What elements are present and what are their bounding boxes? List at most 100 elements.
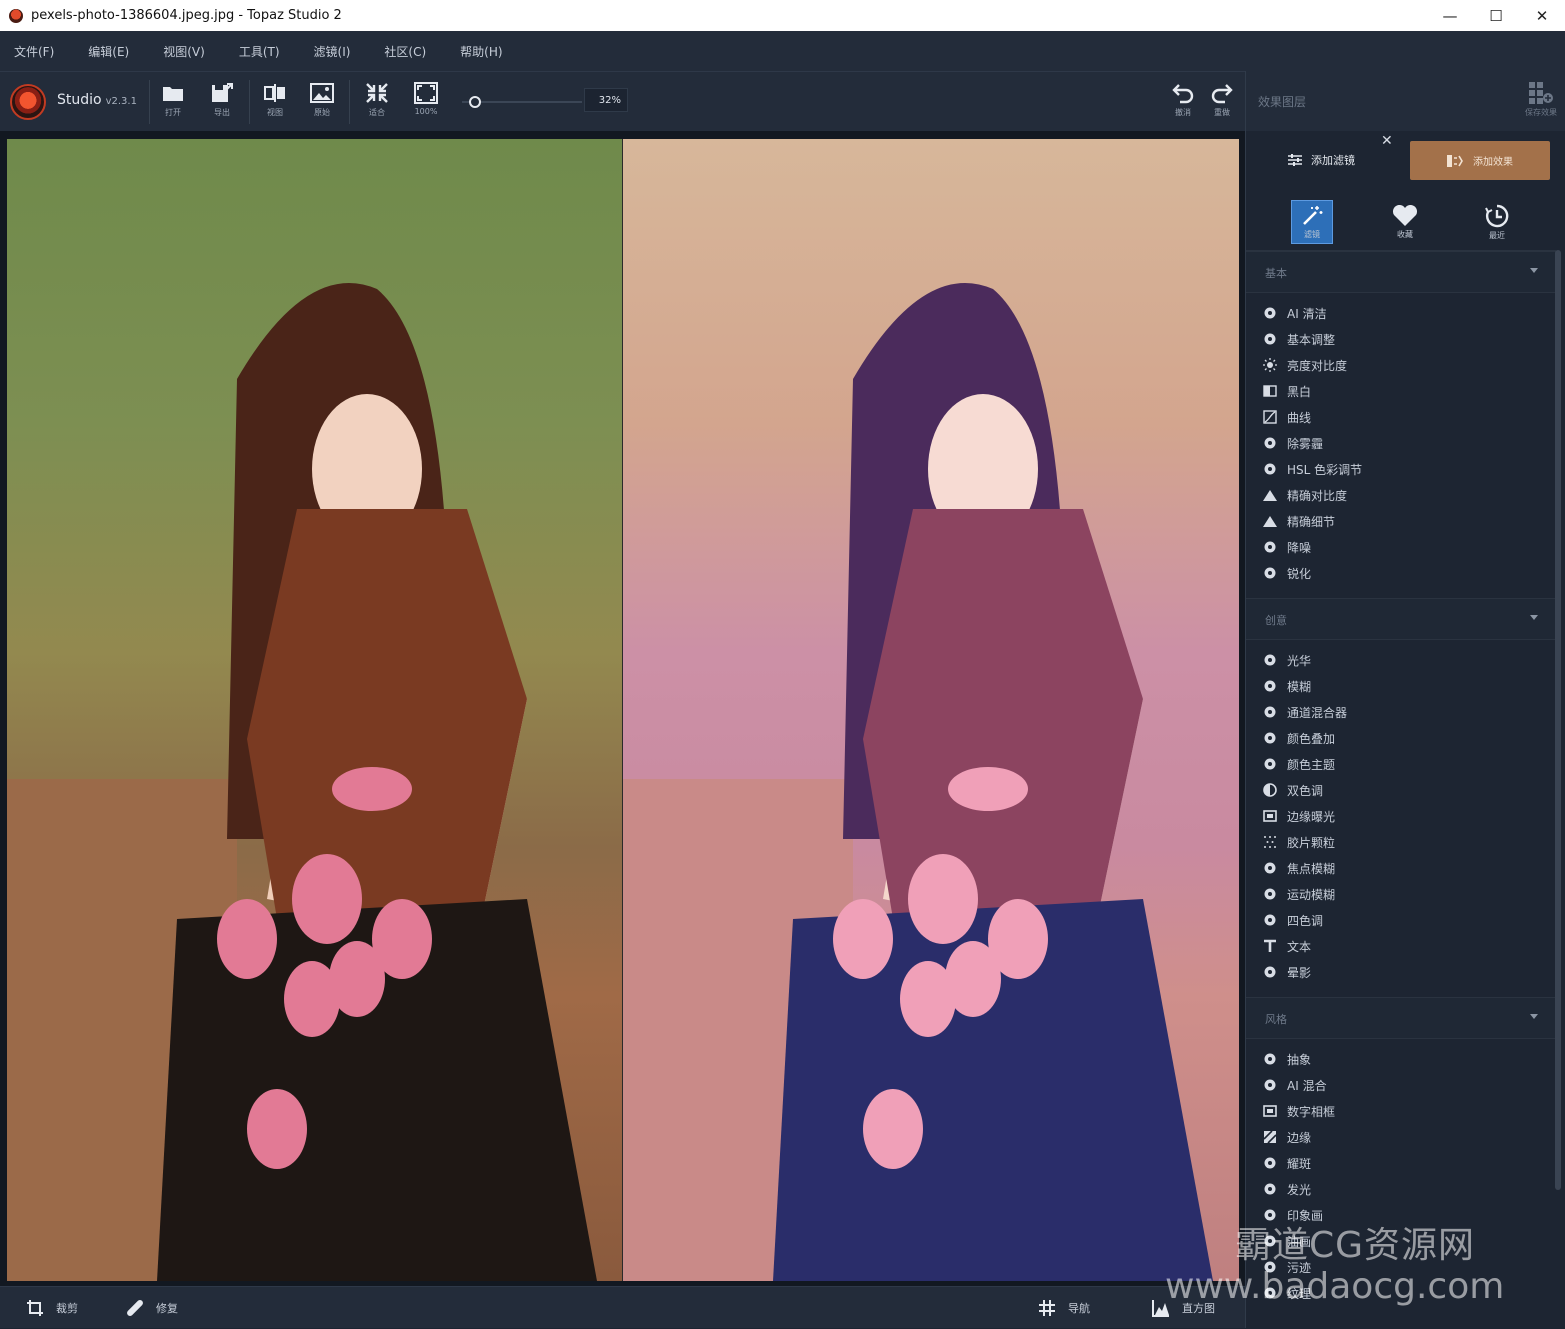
swap-icon <box>1262 1077 1278 1093</box>
add-filter-tab[interactable]: 添加滤镜 <box>1288 152 1355 168</box>
export-button[interactable]: 导出 <box>200 82 244 126</box>
menu-file[interactable]: 文件(F) <box>14 43 54 60</box>
menu-community[interactable]: 社区(C) <box>384 43 426 60</box>
menu-help[interactable]: 帮助(H) <box>460 43 502 60</box>
maximize-button[interactable]: ☐ <box>1473 0 1519 31</box>
original-photo <box>7 139 623 1281</box>
filter-item-label: 颜色主题 <box>1287 757 1336 772</box>
undo-button[interactable]: 撤消 <box>1161 82 1205 126</box>
filter-item[interactable]: 锐化 <box>1262 560 1311 586</box>
filter-item[interactable]: AI 清洁 <box>1262 300 1327 326</box>
filter-item-label: 颜色叠加 <box>1287 731 1336 746</box>
filter-item[interactable]: 耀斑 <box>1262 1150 1311 1176</box>
clock-icon <box>1485 204 1509 227</box>
panel-scrollbar[interactable] <box>1555 250 1561 1190</box>
section-creative-header[interactable]: 创意 <box>1246 598 1556 640</box>
menu-edit[interactable]: 编辑(E) <box>88 43 129 60</box>
split-view-icon <box>263 82 287 104</box>
tab-favorites[interactable]: 收藏 <box>1384 200 1426 244</box>
fullscreen-icon <box>414 82 438 104</box>
curve-icon <box>1262 409 1278 425</box>
mountain-icon <box>1262 487 1278 503</box>
crop-button[interactable]: 裁剪 <box>26 1287 78 1329</box>
view-compare-button[interactable]: 视图 <box>253 82 297 126</box>
filter-item[interactable]: 胶片颗粒 <box>1262 829 1335 855</box>
filter-item[interactable]: 双色调 <box>1262 777 1323 803</box>
frame-icon <box>1262 808 1278 824</box>
filter-item-label: 边缘曝光 <box>1287 809 1336 824</box>
close-window-button[interactable]: ✕ <box>1519 0 1565 31</box>
zoom-value[interactable]: 32% <box>584 88 628 112</box>
crop-icon <box>26 1299 44 1317</box>
filter-item[interactable]: 亮度对比度 <box>1262 352 1347 378</box>
filter-item[interactable]: AI 混合 <box>1262 1072 1327 1098</box>
filter-item[interactable]: 印象画 <box>1262 1202 1323 1228</box>
tab-filters[interactable]: 滤镜 <box>1291 200 1333 244</box>
minimize-button[interactable]: — <box>1427 0 1473 31</box>
photo-woman-filtered <box>623 283 1213 1281</box>
open-button[interactable]: 打开 <box>151 82 195 126</box>
filter-item-label: 污迹 <box>1287 1260 1312 1275</box>
filter-item[interactable]: 颜色叠加 <box>1262 725 1335 751</box>
magic-wand-icon <box>1303 205 1323 225</box>
menu-view[interactable]: 视图(V) <box>163 43 205 60</box>
filter-item[interactable]: 边缘曝光 <box>1262 803 1335 829</box>
filter-item[interactable]: 四色调 <box>1262 907 1323 933</box>
filter-item[interactable]: 边缘 <box>1262 1124 1311 1150</box>
filter-item[interactable]: 黑白 <box>1262 378 1311 404</box>
filter-item[interactable]: 文本 <box>1262 933 1311 959</box>
heart-icon <box>1392 204 1418 226</box>
text-icon <box>1262 938 1278 954</box>
tab-recent[interactable]: 最近 <box>1476 200 1518 244</box>
filter-item[interactable]: 焦点模糊 <box>1262 855 1335 881</box>
filter-item-label: 焦点模糊 <box>1287 861 1336 876</box>
filter-item[interactable]: 精确对比度 <box>1262 482 1347 508</box>
fit-button[interactable]: 适合 <box>355 82 399 126</box>
folder-icon <box>161 82 185 104</box>
section-stylize-header[interactable]: 风格 <box>1246 997 1556 1039</box>
filter-item[interactable]: 降噪 <box>1262 534 1311 560</box>
filter-item[interactable]: 曲线 <box>1262 404 1311 430</box>
histogram-button[interactable]: 直方图 <box>1152 1287 1215 1329</box>
title-bar: pexels-photo-1386604.jpeg.jpg - Topaz St… <box>0 0 1565 31</box>
image-canvas[interactable] <box>0 131 1245 1286</box>
window-controls: — ☐ ✕ <box>1427 0 1565 31</box>
actual-size-button[interactable]: 100% <box>404 82 448 126</box>
filter-item-label: 降噪 <box>1287 540 1312 555</box>
filter-item-label: 运动模糊 <box>1287 887 1336 902</box>
vignette-icon <box>1262 964 1278 980</box>
original-button[interactable]: 原始 <box>300 82 344 126</box>
brush-icon <box>1262 1207 1278 1223</box>
filter-item[interactable]: 通道混合器 <box>1262 699 1347 725</box>
filter-item[interactable]: 晕影 <box>1262 959 1311 985</box>
redo-button[interactable]: 重做 <box>1200 82 1244 126</box>
filter-item[interactable]: 除雾霾 <box>1262 430 1323 456</box>
filter-item[interactable]: 模糊 <box>1262 673 1311 699</box>
filter-item[interactable]: 基本调整 <box>1262 326 1335 352</box>
menu-filters[interactable]: 滤镜(I) <box>314 43 351 60</box>
zoom-slider-handle[interactable] <box>468 95 482 109</box>
filter-item[interactable]: 运动模糊 <box>1262 881 1335 907</box>
close-panel-button[interactable]: ✕ <box>1381 133 1393 149</box>
menu-tools[interactable]: 工具(T) <box>239 43 280 60</box>
filter-item[interactable]: HSL 色彩调节 <box>1262 456 1362 482</box>
filter-item[interactable]: 污迹 <box>1262 1254 1311 1280</box>
fit-arrows-icon <box>365 82 389 104</box>
filter-item[interactable]: 数字相框 <box>1262 1098 1335 1124</box>
filter-item[interactable]: 精确细节 <box>1262 508 1335 534</box>
save-effect-button[interactable]: 保存效果 <box>1525 81 1557 118</box>
filter-item[interactable]: 抽象 <box>1262 1046 1311 1072</box>
repair-button[interactable]: 修复 <box>126 1287 178 1329</box>
navigator-button[interactable]: 导航 <box>1038 1287 1090 1329</box>
sparkle-icon <box>1262 305 1278 321</box>
filter-item[interactable]: 油画 <box>1262 1228 1311 1254</box>
chevron-down-icon <box>1530 1014 1538 1019</box>
filter-item[interactable]: 纹理 <box>1262 1280 1311 1306</box>
section-basic-header[interactable]: 基本 <box>1246 251 1556 293</box>
add-effect-button[interactable]: 添加效果 <box>1410 141 1550 180</box>
filter-item[interactable]: 发光 <box>1262 1176 1311 1202</box>
filter-item[interactable]: 光华 <box>1262 647 1311 673</box>
filter-item[interactable]: 颜色主题 <box>1262 751 1335 777</box>
filter-item-label: 模糊 <box>1287 679 1312 694</box>
topaz-app-icon <box>9 8 23 23</box>
